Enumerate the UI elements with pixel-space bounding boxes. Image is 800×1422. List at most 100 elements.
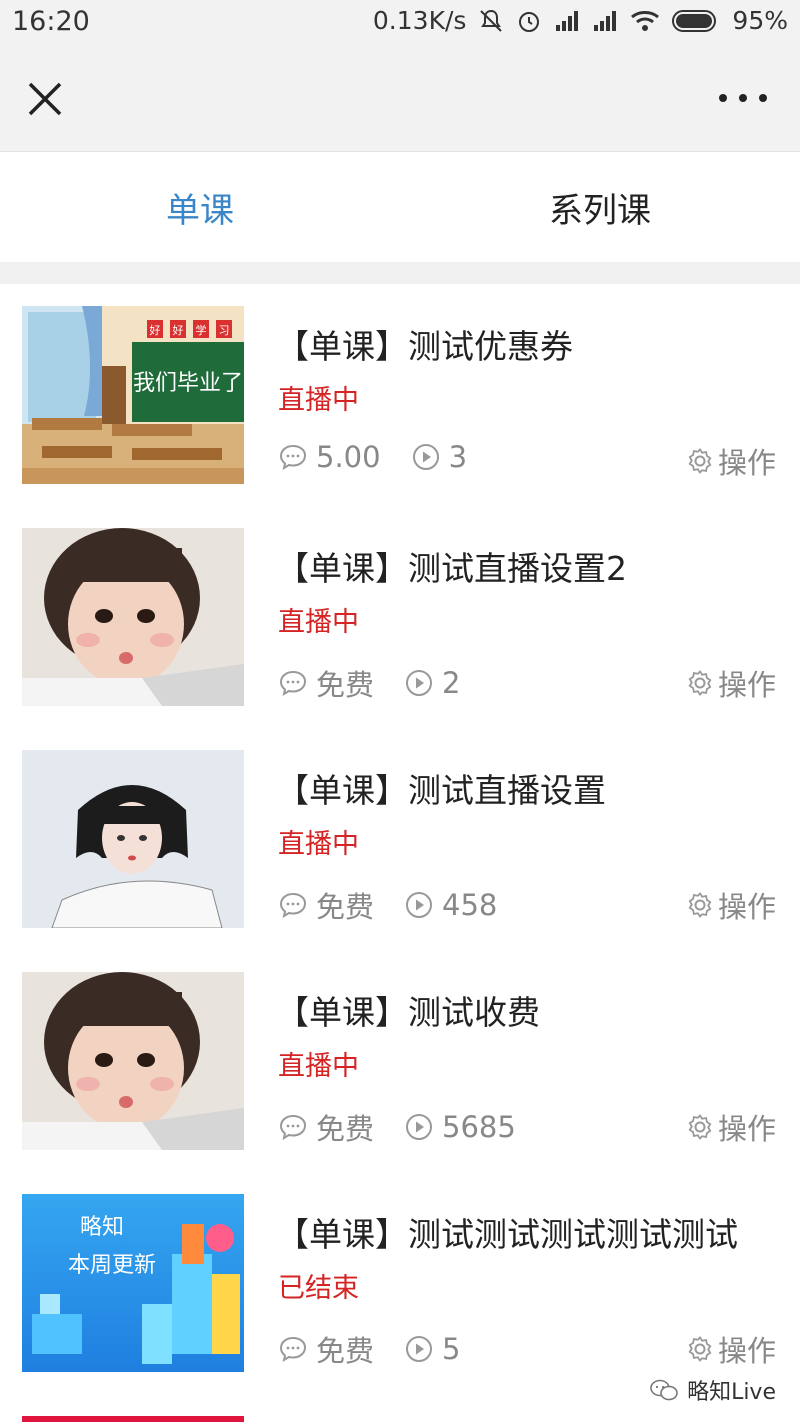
course-plays: 458 bbox=[442, 888, 498, 922]
price-group: 免费 bbox=[278, 662, 374, 704]
wechat-icon bbox=[650, 1379, 678, 1401]
watermark-text: 略知Live bbox=[687, 1380, 776, 1405]
section-divider bbox=[0, 262, 800, 284]
status-right: 0.13K/s 95% bbox=[373, 6, 788, 35]
play-icon bbox=[406, 1114, 433, 1140]
price-group: 5.00 bbox=[278, 440, 381, 474]
course-price: 免费 bbox=[316, 890, 375, 924]
course-action-label: 操作 bbox=[717, 668, 776, 702]
course-item[interactable]: 好 好 学 习 我们毕业了 【单课】测试优惠券 直播中 5.00 3 操作 bbox=[0, 284, 800, 506]
course-meta: 免费 2 bbox=[278, 662, 490, 704]
course-plays: 5 bbox=[442, 1332, 461, 1366]
course-title: 【单课】测试收费 bbox=[276, 993, 540, 1032]
price-group: 免费 bbox=[278, 1328, 374, 1370]
course-title: 【单课】测试测试测试测试测试 bbox=[276, 1215, 738, 1254]
status-bar: 16:20 0.13K/s 95% bbox=[0, 0, 800, 46]
course-action-label: 操作 bbox=[717, 1334, 776, 1368]
course-item[interactable]: 【单课】测试直播设置2 直播中 免费 2 操作 bbox=[0, 506, 800, 728]
course-meta: 免费 5 bbox=[278, 1328, 490, 1370]
thumb-board-text: 我们毕业了 bbox=[133, 371, 243, 396]
course-status: 直播中 bbox=[278, 607, 359, 638]
plays-group: 5685 bbox=[404, 1110, 516, 1144]
gear-icon bbox=[688, 1114, 712, 1140]
comment-icon bbox=[279, 892, 307, 919]
course-item[interactable]: 【单课】测试直播设置 直播中 免费 458 操作 bbox=[0, 728, 800, 950]
tab-series-course[interactable]: 系列课 bbox=[400, 152, 800, 262]
course-thumbnail bbox=[22, 528, 244, 706]
plays-group: 3 bbox=[411, 440, 467, 474]
signal-icon-2 bbox=[592, 9, 618, 33]
nav-bar bbox=[0, 46, 800, 152]
thumb-flag: 习 bbox=[219, 324, 230, 337]
course-plays: 2 bbox=[442, 666, 461, 700]
thumb-brand-text: 略知 bbox=[80, 1215, 124, 1240]
comment-icon bbox=[279, 444, 307, 471]
gear-icon bbox=[688, 670, 712, 696]
course-thumbnail: 略知 本周更新 bbox=[22, 1194, 244, 1372]
gear-icon bbox=[688, 892, 712, 918]
plays-group: 458 bbox=[404, 888, 497, 922]
course-price: 免费 bbox=[316, 1334, 375, 1368]
more-dots-icon bbox=[719, 94, 767, 102]
price-group: 免费 bbox=[278, 1106, 374, 1148]
signal-icon bbox=[554, 9, 580, 33]
thumb-flag: 好 bbox=[150, 323, 161, 337]
course-status: 直播中 bbox=[278, 1051, 359, 1082]
course-title: 【单课】测试优惠券 bbox=[276, 327, 573, 366]
gear-icon bbox=[688, 1336, 712, 1362]
course-status: 直播中 bbox=[278, 385, 359, 416]
network-speed: 0.13K/s bbox=[372, 6, 467, 35]
course-action-button[interactable]: 操作 bbox=[686, 662, 776, 704]
tab-bar: 单课 系列课 bbox=[0, 152, 800, 262]
course-title: 【单课】测试直播设置 bbox=[276, 771, 606, 810]
course-meta: 免费 5685 bbox=[278, 1106, 546, 1148]
status-time: 16:20 bbox=[12, 6, 90, 37]
play-icon bbox=[406, 670, 433, 696]
battery-percent: 95% bbox=[732, 6, 788, 35]
course-thumbnail bbox=[22, 972, 244, 1150]
course-action-button[interactable]: 操作 bbox=[686, 440, 776, 482]
battery-icon bbox=[672, 9, 720, 33]
close-button[interactable] bbox=[22, 76, 68, 122]
course-plays: 3 bbox=[448, 440, 468, 474]
play-icon bbox=[406, 1336, 433, 1362]
course-action-label: 操作 bbox=[717, 1112, 776, 1146]
plays-group: 2 bbox=[404, 666, 460, 700]
course-action-button[interactable]: 操作 bbox=[686, 1328, 776, 1370]
comment-icon bbox=[279, 670, 307, 697]
thumb-flag: 好 bbox=[173, 323, 184, 337]
course-action-label: 操作 bbox=[717, 446, 776, 480]
course-price: 免费 bbox=[316, 668, 375, 702]
thumb-flag: 学 bbox=[196, 323, 207, 337]
alarm-icon bbox=[516, 8, 542, 34]
course-action-button[interactable]: 操作 bbox=[686, 884, 776, 926]
course-plays: 5685 bbox=[442, 1110, 516, 1144]
watermark: 略知Live bbox=[649, 1374, 776, 1406]
next-item-peek bbox=[22, 1416, 244, 1422]
course-meta: 免费 458 bbox=[278, 884, 527, 926]
comment-icon bbox=[279, 1336, 307, 1363]
play-icon bbox=[406, 892, 433, 918]
mute-icon bbox=[478, 8, 504, 34]
course-action-label: 操作 bbox=[717, 890, 776, 924]
course-title: 【单课】测试直播设置2 bbox=[276, 549, 627, 588]
course-price: 5.00 bbox=[316, 440, 381, 474]
course-thumbnail bbox=[22, 750, 244, 928]
plays-group: 5 bbox=[404, 1332, 460, 1366]
more-button[interactable] bbox=[716, 84, 770, 112]
tab-single-course[interactable]: 单课 bbox=[0, 152, 400, 262]
course-status: 直播中 bbox=[278, 829, 359, 860]
course-item[interactable]: 略知 本周更新 【单课】测试测试测试测试测试 已结束 免费 5 操作 bbox=[0, 1172, 800, 1394]
course-status: 已结束 bbox=[278, 1273, 359, 1304]
gear-icon bbox=[688, 448, 712, 474]
course-item[interactable]: 【单课】测试收费 直播中 免费 5685 操作 bbox=[0, 950, 800, 1172]
close-icon bbox=[28, 82, 62, 116]
course-meta: 5.00 3 bbox=[278, 440, 497, 474]
wifi-icon bbox=[630, 9, 660, 33]
course-thumbnail: 好 好 学 习 我们毕业了 bbox=[22, 306, 244, 484]
comment-icon bbox=[279, 1114, 307, 1141]
course-action-button[interactable]: 操作 bbox=[686, 1106, 776, 1148]
thumb-update-text: 本周更新 bbox=[68, 1253, 156, 1278]
course-price: 免费 bbox=[316, 1112, 375, 1146]
price-group: 免费 bbox=[278, 884, 374, 926]
